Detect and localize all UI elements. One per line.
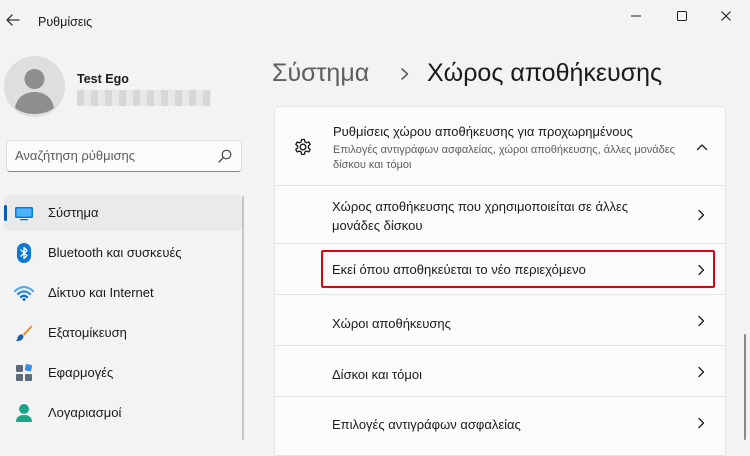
chevron-right-icon [698, 417, 705, 429]
search-input[interactable] [15, 148, 211, 163]
main-scrollbar[interactable] [744, 334, 746, 440]
row-label: Χώρος αποθήκευσης που χρησιμοποιείται σε… [332, 199, 629, 233]
account-icon [16, 404, 32, 422]
sidebar-scrollbar[interactable] [242, 196, 244, 440]
row-label: Επιλογές αντιγράφων ασφαλείας [332, 417, 521, 432]
maximize-icon [677, 11, 687, 21]
sidebar-item-apps[interactable]: Εφαρμογές [4, 355, 242, 391]
sidebar-item-personalization[interactable]: Εξατομίκευση [4, 315, 242, 351]
chevron-right-icon [698, 315, 705, 327]
breadcrumb-parent[interactable]: Σύστημα [272, 59, 369, 88]
minimize-icon [631, 15, 641, 17]
row-label: Εκεί όπου αποθηκεύεται το νέο περιεχόμεν… [332, 262, 586, 277]
sidebar-item-label: Εξατομίκευση [48, 325, 127, 340]
arrow-left-icon [6, 14, 20, 26]
close-button[interactable] [711, 6, 741, 26]
apps-icon [16, 364, 33, 381]
search-icon[interactable] [218, 149, 232, 163]
sidebar-item-accounts[interactable]: Λογαριασμοί [4, 395, 242, 431]
wifi-icon [14, 285, 34, 301]
sidebar-item-bluetooth[interactable]: Bluetooth και συσκευές [4, 235, 242, 271]
chevron-right-icon [698, 264, 705, 276]
user-email-redacted [77, 90, 211, 106]
chevron-up-icon[interactable] [696, 141, 708, 153]
chevron-right-icon [401, 68, 409, 80]
active-indicator [4, 205, 7, 221]
new-content-save-location-row[interactable]: Εκεί όπου αποθηκεύεται το νέο περιεχόμεν… [274, 243, 726, 295]
page-title: Χώρος αποθήκευσης [427, 59, 663, 87]
storage-spaces-row[interactable]: Χώροι αποθήκευσης [274, 294, 726, 346]
sidebar-item-label: Λογαριασμοί [48, 405, 122, 420]
user-name: Test Ego [77, 72, 129, 86]
window-title: Ρυθμίσεις [38, 15, 93, 29]
sidebar-item-label: Σύστημα [48, 205, 99, 220]
gear-icon [295, 138, 311, 156]
advanced-storage-settings-header[interactable]: Ρυθμίσεις χώρου αποθήκευσης για προχωρημ… [274, 106, 726, 186]
sidebar-item-label: Εφαρμογές [48, 365, 114, 380]
brush-icon [16, 325, 33, 342]
advanced-settings-title: Ρυθμίσεις χώρου αποθήκευσης για προχωρημ… [333, 124, 633, 139]
avatar[interactable] [4, 56, 65, 117]
backup-options-row[interactable]: Επιλογές αντιγράφων ασφαλείας [274, 396, 726, 456]
minimize-button[interactable] [621, 6, 651, 26]
chevron-right-icon [698, 209, 705, 221]
search-box[interactable] [6, 140, 242, 172]
sidebar-item-label: Δίκτυο και Internet [48, 285, 154, 300]
monitor-icon [15, 207, 33, 221]
bluetooth-icon [17, 243, 31, 263]
row-label: Χώροι αποθήκευσης [332, 316, 451, 331]
sidebar-item-network[interactable]: Δίκτυο και Internet [4, 275, 242, 311]
chevron-right-icon [698, 366, 705, 378]
sidebar-item-system[interactable]: Σύστημα [4, 195, 242, 231]
person-icon [15, 69, 54, 114]
back-button[interactable] [4, 10, 22, 30]
disks-and-volumes-row[interactable]: Δίσκοι και τόμοι [274, 345, 726, 397]
advanced-settings-subtitle: Επιλογές αντιγράφων ασφαλείας, χώροι απο… [333, 144, 675, 171]
sidebar-item-label: Bluetooth και συσκευές [48, 245, 182, 260]
maximize-button[interactable] [667, 6, 697, 26]
other-drives-storage-row[interactable]: Χώρος αποθήκευσης που χρησιμοποιείται σε… [274, 185, 726, 244]
row-label: Δίσκοι και τόμοι [332, 367, 422, 382]
close-icon [721, 11, 731, 21]
title-bar: Ρυθμίσεις [0, 0, 750, 44]
